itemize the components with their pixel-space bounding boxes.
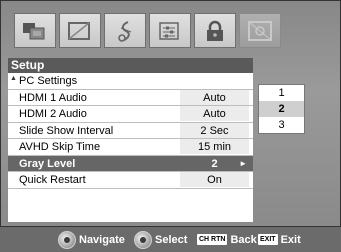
menu-item-label: AVHD Skip Time: [19, 141, 101, 153]
exit-label: Exit: [280, 233, 301, 246]
menu-frame: Setup ▲ PC Settings HDMI 1 Audio Auto HD…: [0, 0, 341, 227]
menu-item-label: PC Settings: [19, 75, 78, 87]
menu-title: Setup: [8, 58, 253, 73]
menu-item-label: HDMI 2 Audio: [19, 108, 87, 120]
menu-item-hdmi-1-audio[interactable]: HDMI 1 Audio Auto: [8, 89, 253, 106]
menu-item-value: 2 Sec: [180, 122, 249, 138]
back-label: Back: [230, 233, 257, 246]
music-note-icon: [118, 20, 132, 42]
display-frame-icon: [68, 21, 90, 40]
select-hint: Select: [134, 227, 187, 252]
navigate-dial-icon: [58, 230, 76, 249]
tab-setup[interactable]: [239, 13, 281, 48]
menu-item-label: Slide Show Interval: [19, 124, 114, 137]
menu-list: ▲ PC Settings HDMI 1 Audio Auto HDMI 2 A…: [8, 73, 253, 189]
navigate-hint: Navigate: [58, 227, 125, 252]
lock-icon: [207, 20, 223, 41]
tab-display[interactable]: [59, 13, 101, 48]
tab-settings[interactable]: [149, 13, 191, 48]
menu-item-label: Quick Restart: [19, 174, 86, 186]
select-label: Select: [155, 233, 188, 246]
menu-item-value: Auto: [180, 89, 249, 105]
setup-menu: Setup ▲ PC Settings HDMI 1 Audio Auto HD…: [8, 58, 253, 222]
menu-item-value: 15 min: [180, 139, 249, 154]
menu-item-hdmi-2-audio[interactable]: HDMI 2 Audio Auto: [8, 106, 253, 123]
menu-item-label: HDMI 1 Audio: [19, 91, 87, 104]
menu-item-quick-restart[interactable]: Quick Restart On: [8, 172, 253, 189]
menu-item-gray-level[interactable]: Gray Level 2 ►: [8, 155, 253, 172]
tab-lock[interactable]: [194, 13, 236, 48]
menu-item-slide-show-interval[interactable]: Slide Show Interval 2 Sec: [8, 122, 253, 139]
navigate-label: Navigate: [79, 233, 125, 246]
select-dial-icon: [134, 230, 152, 249]
menu-item-pc-settings[interactable]: PC Settings: [8, 73, 253, 90]
exit-key-icon: EXIT: [258, 234, 278, 245]
exit-hint: EXIT Exit: [258, 227, 301, 252]
menu-item-label: Gray Level: [19, 157, 76, 170]
option-2[interactable]: 2: [259, 101, 304, 117]
option-1[interactable]: 1: [259, 85, 304, 101]
menu-item-avhd-skip-time[interactable]: AVHD Skip Time 15 min: [8, 139, 253, 156]
equalizer-sliders-icon: [159, 21, 179, 40]
ch-rtn-key-icon: CH RTN: [197, 234, 228, 245]
option-3[interactable]: 3: [259, 117, 304, 133]
menu-item-value: Auto: [180, 106, 249, 121]
navigation-bar: Navigate Select CH RTN Back EXIT Exit: [0, 227, 341, 252]
setup-icon: [248, 20, 272, 41]
tab-audio[interactable]: [104, 13, 146, 48]
back-hint: CH RTN Back: [197, 227, 257, 252]
tab-picture[interactable]: [14, 13, 56, 48]
submenu-arrow-icon: ►: [239, 158, 247, 168]
tv-menu-screen: Setup ▲ PC Settings HDMI 1 Audio Auto HD…: [0, 0, 341, 252]
picture-icon: [23, 22, 45, 39]
gray-level-options: 1 2 3: [258, 84, 305, 134]
menu-item-value: On: [180, 172, 249, 187]
